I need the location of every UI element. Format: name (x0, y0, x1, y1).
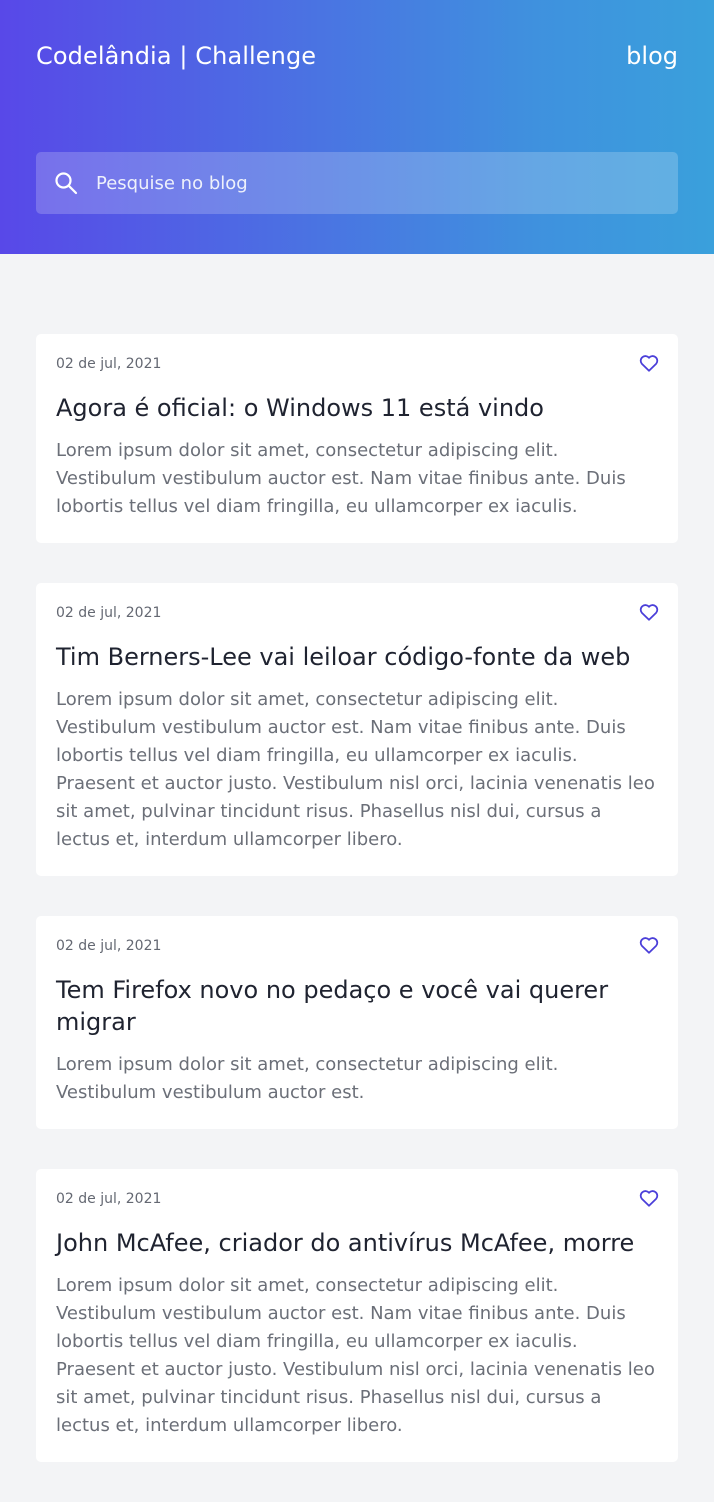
post-title[interactable]: Agora é oficial: o Windows 11 está vindo (56, 392, 646, 424)
post-card[interactable]: 02 de jul, 2021 Agora é oficial: o Windo… (36, 334, 678, 543)
nav-link-blog[interactable]: blog (626, 41, 678, 71)
post-date: 02 de jul, 2021 (56, 605, 162, 621)
post-excerpt: Lorem ipsum dolor sit amet, consectetur … (56, 689, 655, 850)
post-date: 02 de jul, 2021 (56, 356, 162, 372)
heart-icon[interactable] (639, 936, 659, 954)
post-excerpt: Lorem ipsum dolor sit amet, consectetur … (56, 440, 626, 517)
page-header: Codelândia | Challenge blog (0, 0, 714, 254)
brand-title: Codelândia | Challenge (36, 42, 317, 70)
post-date: 02 de jul, 2021 (56, 1191, 162, 1207)
search-icon[interactable] (54, 171, 78, 195)
heart-icon[interactable] (639, 603, 659, 621)
post-card[interactable]: 02 de jul, 2021 Tim Berners-Lee vai leil… (36, 583, 678, 876)
post-date: 02 de jul, 2021 (56, 938, 162, 954)
post-title[interactable]: Tim Berners-Lee vai leiloar código-fonte… (56, 641, 646, 673)
post-title[interactable]: John McAfee, criador do antivírus McAfee… (56, 1227, 646, 1259)
post-list: 02 de jul, 2021 Agora é oficial: o Windo… (36, 334, 678, 1502)
post-card[interactable]: 02 de jul, 2021 John McAfee, criador do … (36, 1169, 678, 1462)
search-bar (36, 152, 678, 214)
post-excerpt: Lorem ipsum dolor sit amet, consectetur … (56, 1275, 655, 1436)
heart-icon[interactable] (639, 354, 659, 372)
post-title[interactable]: Tem Firefox novo no pedaço e você vai qu… (56, 974, 646, 1038)
heart-icon[interactable] (639, 1189, 659, 1207)
post-card[interactable]: 02 de jul, 2021 Tem Firefox novo no peda… (36, 916, 678, 1129)
search-input[interactable] (96, 152, 666, 214)
post-excerpt: Lorem ipsum dolor sit amet, consectetur … (56, 1054, 559, 1103)
